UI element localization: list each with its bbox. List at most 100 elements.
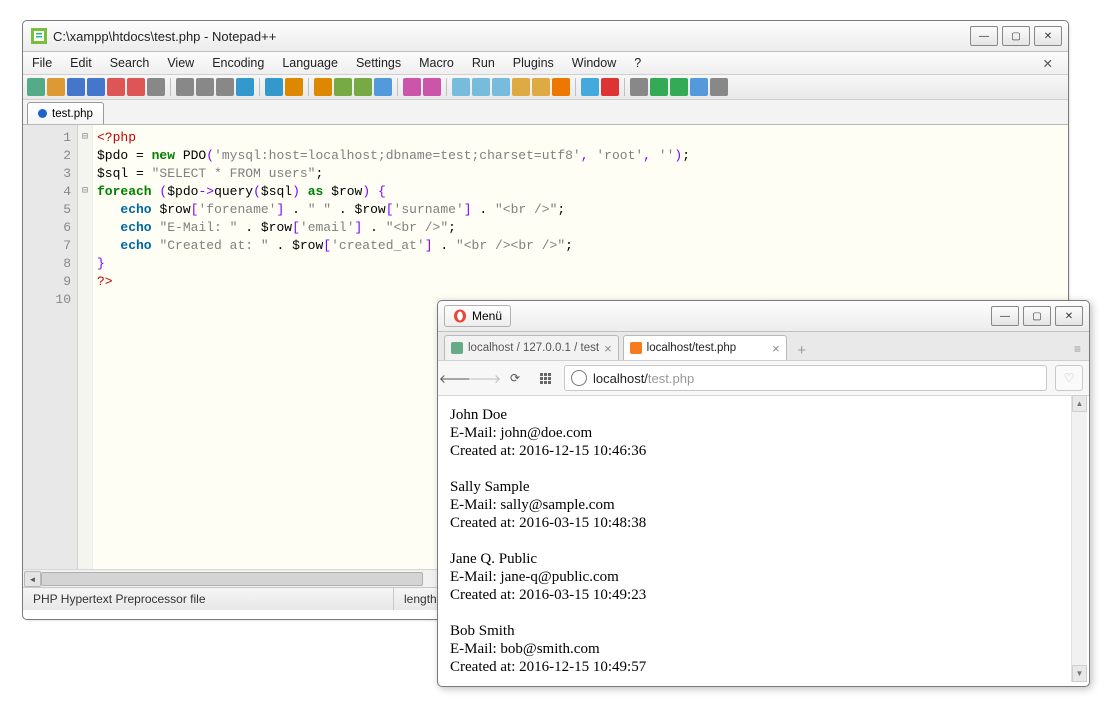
- cut-icon[interactable]: [176, 78, 194, 96]
- close-all-icon[interactable]: [127, 78, 145, 96]
- paste-icon[interactable]: [216, 78, 234, 96]
- npp-tabstrip: test.php: [23, 100, 1068, 125]
- close-button[interactable]: ✕: [1055, 306, 1083, 326]
- npp-menubar: FileEditSearchViewEncodingLanguageSettin…: [23, 52, 1068, 75]
- record-created: Created at: 2016-03-15 10:49:23: [450, 586, 1077, 604]
- indent-guide-icon[interactable]: [452, 78, 470, 96]
- back-button[interactable]: 🡐: [444, 367, 466, 389]
- minimize-button[interactable]: —: [991, 306, 1019, 326]
- zoom-in-icon[interactable]: [334, 78, 352, 96]
- close-icon[interactable]: [107, 78, 125, 96]
- menu-window[interactable]: Window: [563, 56, 625, 70]
- replace-icon[interactable]: [314, 78, 332, 96]
- new-tab-button[interactable]: +: [791, 340, 813, 360]
- scroll-left-icon[interactable]: ◄: [24, 571, 41, 587]
- show-all-icon[interactable]: [423, 78, 441, 96]
- word-wrap-icon[interactable]: [403, 78, 421, 96]
- monitor-icon[interactable]: [581, 78, 599, 96]
- play-icon[interactable]: [650, 78, 668, 96]
- menu-language[interactable]: Language: [273, 56, 347, 70]
- opera-window-buttons: — ▢ ✕: [991, 306, 1083, 326]
- maximize-button[interactable]: ▢: [1002, 26, 1030, 46]
- forward-button[interactable]: 🡒: [474, 367, 496, 389]
- record-entry: Sally SampleE-Mail: sally@sample.comCrea…: [450, 478, 1077, 532]
- opera-icon: [453, 309, 467, 323]
- npp-window-buttons: — ▢ ✕: [970, 26, 1062, 46]
- print-icon[interactable]: [147, 78, 165, 96]
- menubar-close-icon[interactable]: ✕: [1034, 56, 1062, 71]
- opera-titlebar[interactable]: Menü — ▢ ✕: [438, 301, 1089, 332]
- find-icon[interactable]: [285, 78, 303, 96]
- record-email: E-Mail: sally@sample.com: [450, 496, 1077, 514]
- tab-label: localhost / 127.0.0.1 / test: [468, 342, 599, 354]
- tab-label: localhost/test.php: [647, 342, 737, 354]
- minimize-button[interactable]: —: [970, 26, 998, 46]
- tab-close-icon[interactable]: ×: [604, 341, 612, 356]
- browser-tab[interactable]: localhost / 127.0.0.1 / test ×: [444, 335, 619, 360]
- menu-edit[interactable]: Edit: [61, 56, 101, 70]
- menu-file[interactable]: File: [23, 56, 61, 70]
- menu-encoding[interactable]: Encoding: [203, 56, 273, 70]
- menu-run[interactable]: Run: [463, 56, 504, 70]
- url-domain: localhost/: [593, 371, 648, 386]
- menu-settings[interactable]: Settings: [347, 56, 410, 70]
- menu-plugins[interactable]: Plugins: [504, 56, 563, 70]
- close-button[interactable]: ✕: [1034, 26, 1062, 46]
- menu-macro[interactable]: Macro: [410, 56, 463, 70]
- npp-titlebar[interactable]: C:\xampp\htdocs\test.php - Notepad++ — ▢…: [23, 21, 1068, 52]
- record-entry: Jane Q. PublicE-Mail: jane-q@public.comC…: [450, 550, 1077, 604]
- bookmark-button[interactable]: ♡: [1055, 365, 1083, 391]
- record-email: E-Mail: bob@smith.com: [450, 640, 1077, 658]
- file-modified-icon: [38, 109, 47, 118]
- function-list-icon[interactable]: [532, 78, 550, 96]
- menu-view[interactable]: View: [158, 56, 203, 70]
- favicon-icon: [630, 342, 642, 354]
- menu-?[interactable]: ?: [625, 56, 650, 70]
- record-name: Bob Smith: [450, 622, 1077, 640]
- unfold-all-icon[interactable]: [492, 78, 510, 96]
- scroll-up-icon[interactable]: ▲: [1072, 395, 1087, 412]
- opera-addressbar: 🡐 🡒 ⟳ localhost/test.php ♡: [438, 361, 1089, 396]
- undo-icon[interactable]: [236, 78, 254, 96]
- spell-icon[interactable]: [710, 78, 728, 96]
- npp-toolbar: [23, 75, 1068, 100]
- globe-icon: [571, 370, 587, 386]
- redo-icon[interactable]: [265, 78, 283, 96]
- folder-icon[interactable]: [552, 78, 570, 96]
- url-input[interactable]: localhost/test.php: [564, 365, 1047, 391]
- sync-icon[interactable]: [374, 78, 392, 96]
- copy-icon[interactable]: [196, 78, 214, 96]
- tab-close-icon[interactable]: ×: [772, 341, 780, 356]
- tab-menu-icon[interactable]: ≡: [1074, 342, 1081, 356]
- file-tab[interactable]: test.php: [27, 102, 104, 124]
- save-icon[interactable]: [67, 78, 85, 96]
- scroll-down-icon[interactable]: ▼: [1072, 665, 1087, 682]
- maximize-button[interactable]: ▢: [1023, 306, 1051, 326]
- play-multi-icon[interactable]: [670, 78, 688, 96]
- record-created: Created at: 2016-12-15 10:46:36: [450, 442, 1077, 460]
- file-tab-label: test.php: [52, 108, 93, 120]
- url-path: test.php: [648, 371, 694, 386]
- browser-tab[interactable]: localhost/test.php ×: [623, 335, 787, 360]
- scroll-thumb[interactable]: [41, 572, 423, 586]
- record-icon[interactable]: [601, 78, 619, 96]
- vertical-scrollbar[interactable]: ▲ ▼: [1071, 395, 1087, 682]
- line-number-gutter: 12345678910: [23, 125, 78, 569]
- new-icon[interactable]: [27, 78, 45, 96]
- open-icon[interactable]: [47, 78, 65, 96]
- fold-gutter[interactable]: ⊟⊟: [78, 125, 93, 569]
- opera-tabstrip: localhost / 127.0.0.1 / test×localhost/t…: [438, 332, 1089, 361]
- record-email: E-Mail: john@doe.com: [450, 424, 1077, 442]
- opera-menu-button[interactable]: Menü: [444, 305, 511, 327]
- speed-dial-button[interactable]: [534, 367, 556, 389]
- save-macro-icon[interactable]: [690, 78, 708, 96]
- record-email: E-Mail: jane-q@public.com: [450, 568, 1077, 586]
- stop-icon[interactable]: [630, 78, 648, 96]
- record-name: Sally Sample: [450, 478, 1077, 496]
- menu-search[interactable]: Search: [101, 56, 159, 70]
- reload-button[interactable]: ⟳: [504, 367, 526, 389]
- save-all-icon[interactable]: [87, 78, 105, 96]
- zoom-out-icon[interactable]: [354, 78, 372, 96]
- fold-all-icon[interactable]: [472, 78, 490, 96]
- doc-map-icon[interactable]: [512, 78, 530, 96]
